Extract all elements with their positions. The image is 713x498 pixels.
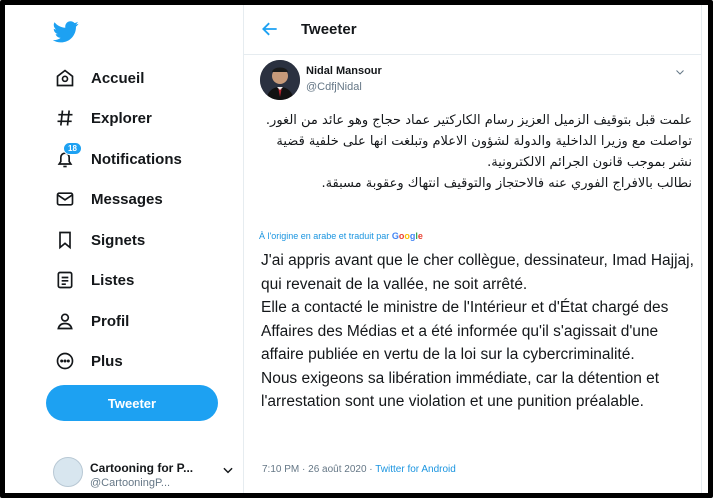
tweet-timestamp[interactable]: 7:10 PM · 26 août 2020 · — [262, 464, 375, 475]
bookmark-icon — [53, 228, 77, 252]
sidebar-item-notifications[interactable]: 18 Notifications — [53, 142, 182, 174]
page-title: Tweeter — [301, 21, 357, 38]
sidebar-item-label: Profil — [91, 312, 130, 330]
sidebar-item-label: Plus — [91, 352, 123, 370]
tweet-text-original: علمت قبل بتوقيف الزميل العزيز رسام الكار… — [265, 113, 692, 191]
app-window: Accueil Explorer 18 Notifications Messag… — [0, 0, 713, 498]
sidebar-item-label: Listes — [91, 271, 135, 289]
author-name[interactable]: Nidal Mansour — [306, 65, 382, 77]
home-icon — [53, 66, 77, 90]
twitter-bird-icon[interactable] — [52, 21, 79, 43]
sidebar: Accueil Explorer 18 Notifications Messag… — [5, 5, 248, 493]
chevron-down-icon[interactable] — [674, 65, 686, 83]
more-circle-icon — [53, 349, 77, 373]
sidebar-item-signets[interactable]: Signets — [53, 225, 145, 255]
sidebar-item-listes[interactable]: Listes — [53, 265, 134, 295]
sidebar-item-messages[interactable]: Messages — [53, 184, 163, 214]
person-icon — [53, 309, 77, 333]
sidebar-item-label: Explorer — [91, 109, 152, 127]
bell-icon: 18 — [53, 142, 82, 171]
back-arrow-icon[interactable] — [260, 19, 280, 39]
hashtag-icon — [53, 106, 77, 130]
avatar — [53, 457, 83, 487]
sidebar-item-profil[interactable]: Profil — [53, 306, 129, 336]
sidebar-item-explorer[interactable]: Explorer — [53, 103, 152, 133]
chevron-down-icon — [221, 463, 235, 482]
account-switcher[interactable]: Cartooning for P... @CartooningP... — [53, 453, 243, 493]
tweet-button[interactable]: Tweeter — [46, 385, 218, 421]
column-divider — [243, 5, 244, 493]
translation-label: À l'origine en arabe et traduit par — [259, 231, 390, 241]
sidebar-item-label: Messages — [91, 190, 163, 208]
sidebar-item-accueil[interactable]: Accueil — [53, 63, 144, 93]
sidebar-item-label: Signets — [91, 231, 146, 249]
account-name: Cartooning for P... — [90, 461, 194, 475]
account-handle: @CartooningP... — [90, 477, 171, 489]
google-logo: Google — [391, 231, 423, 241]
tweet-text-translated: J'ai appris avant que le cher collègue, … — [261, 252, 694, 410]
column-divider — [701, 5, 702, 493]
tweet-meta: 7:10 PM · 26 août 2020 · Twitter for And… — [262, 464, 456, 475]
translation-note[interactable]: À l'origine en arabe et traduit par Goog… — [259, 231, 423, 241]
page-header: Tweeter — [244, 5, 701, 55]
list-icon — [53, 268, 77, 292]
sidebar-item-label: Accueil — [91, 69, 145, 87]
sidebar-item-label: Notifications — [91, 150, 182, 168]
notification-badge: 18 — [63, 142, 82, 155]
author-avatar[interactable] — [260, 60, 300, 100]
sidebar-item-plus[interactable]: Plus — [53, 346, 123, 376]
envelope-icon — [53, 187, 77, 211]
tweet-source-link[interactable]: Twitter for Android — [375, 464, 456, 475]
author-handle[interactable]: @CdfjNidal — [306, 81, 362, 93]
